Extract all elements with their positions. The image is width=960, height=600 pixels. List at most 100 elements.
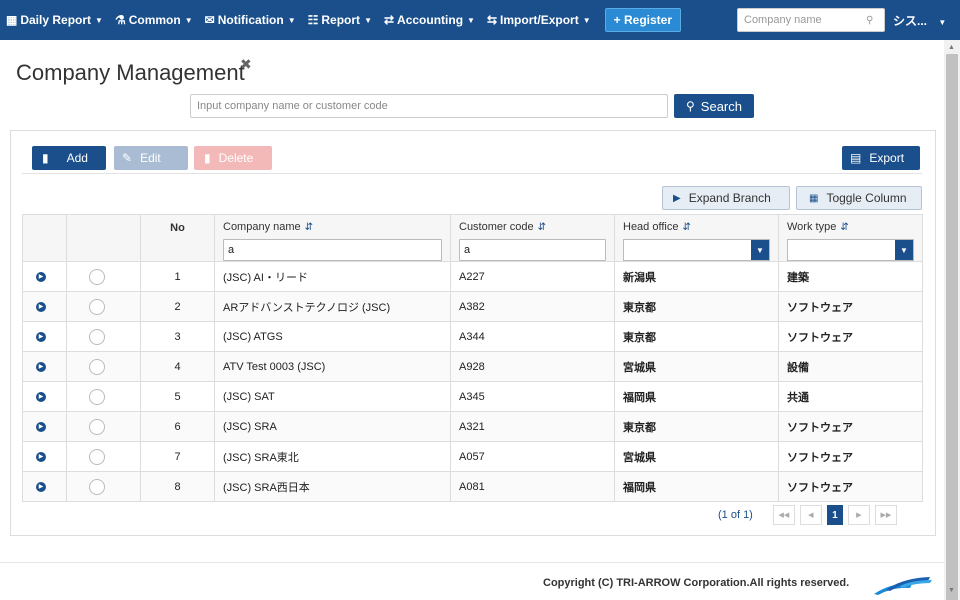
- toggle-column-button[interactable]: ▦ Toggle Column: [796, 186, 922, 210]
- no-cell: 6: [140, 411, 215, 442]
- scrollbar-thumb[interactable]: [946, 54, 958, 600]
- expander-cell: ▶: [22, 351, 67, 382]
- nav-daily-report[interactable]: ▦ Daily Report ▼: [6, 13, 103, 27]
- table-row[interactable]: ▶ 3 (JSC) ATGS A344 東京都 ソフトウェア: [22, 321, 923, 352]
- expand-branch-button[interactable]: ▶ Expand Branch: [662, 186, 790, 210]
- table-header-row: No Company name ⇵ Customer code ⇵ Head off…: [22, 214, 923, 262]
- select-cell: [66, 321, 141, 352]
- company-name-filter[interactable]: [223, 239, 442, 261]
- envelope-icon: ✉: [204, 13, 215, 27]
- row-radio[interactable]: [89, 328, 105, 345]
- company-name-cell: (JSC) ATGS: [214, 321, 451, 352]
- sort-icon[interactable]: ⇵: [538, 222, 546, 233]
- table-row[interactable]: ▶ 4 ATV Test 0003 (JSC) A928 宮城県 設備: [22, 351, 923, 382]
- add-label: Add: [66, 151, 88, 165]
- company-name-cell: (JSC) SRA西日本: [214, 471, 451, 502]
- head-office-cell: 東京都: [614, 321, 779, 352]
- play-circle-icon: ▶: [673, 192, 681, 204]
- table-row[interactable]: ▶ 8 (JSC) SRA西日本 A081 福岡県 ソフトウェア: [22, 471, 923, 502]
- close-icon[interactable]: ✖: [240, 56, 252, 73]
- row-radio[interactable]: [89, 268, 105, 285]
- table-row[interactable]: ▶ 7 (JSC) SRA東北 A057 宮城県 ソフトウェア: [22, 441, 923, 472]
- expand-row-icon[interactable]: ▶: [36, 301, 46, 312]
- nav-accounting[interactable]: ⇄ Accounting ▼: [384, 13, 475, 27]
- nav-common-label: Common: [128, 13, 181, 27]
- row-radio[interactable]: [89, 448, 105, 465]
- expand-row-icon[interactable]: ▶: [36, 391, 46, 402]
- work-type-header[interactable]: Work type ⇵ ▼: [778, 214, 923, 262]
- work-type-cell: ソフトウェア: [778, 441, 923, 472]
- paginator: (1 of 1) ◀◀ ◀ 1 ▶ ▶▶: [718, 505, 902, 525]
- no-cell: 3: [140, 321, 215, 352]
- expand-row-icon[interactable]: ▶: [36, 481, 46, 492]
- vertical-scrollbar[interactable]: ▲ ▼: [944, 40, 960, 600]
- row-radio[interactable]: [89, 478, 105, 495]
- row-radio[interactable]: [89, 388, 105, 405]
- head-office-header-label: Head office: [623, 221, 679, 233]
- company-name-cell: (JSC) AI・リード: [214, 261, 451, 292]
- prev-page-icon[interactable]: ◀: [799, 505, 822, 525]
- caret-down-icon: ▼: [364, 15, 372, 25]
- head-office-filter[interactable]: ▼: [623, 239, 770, 261]
- expand-row-icon[interactable]: ▶: [36, 331, 46, 342]
- nav-import-export[interactable]: ⇆ Import/Export ▼: [487, 13, 591, 27]
- chevron-down-icon[interactable]: ▼: [751, 240, 769, 260]
- table-row[interactable]: ▶ 1 (JSC) AI・リード A227 新潟県 建築: [22, 261, 923, 292]
- row-radio[interactable]: [89, 418, 105, 435]
- nav-notification[interactable]: ✉ Notification ▼: [205, 13, 296, 27]
- table-row[interactable]: ▶ 6 (JSC) SRA A321 東京都 ソフトウェア: [22, 411, 923, 442]
- last-page-icon[interactable]: ▶▶: [874, 505, 897, 525]
- expand-row-icon[interactable]: ▶: [36, 361, 46, 372]
- current-page-button[interactable]: 1: [826, 505, 843, 525]
- caret-down-icon: ▼: [938, 18, 947, 27]
- nav-common[interactable]: ⚗ Common ▼: [115, 13, 193, 27]
- next-page-icon[interactable]: ▶: [847, 505, 870, 525]
- company-name-header[interactable]: Company name ⇵: [214, 214, 451, 262]
- work-type-header-label: Work type: [787, 221, 837, 233]
- table-row[interactable]: ▶ 2 ARアドバンストテクノロジ (JSC) A382 東京都 ソフトウェア: [22, 291, 923, 322]
- table-row[interactable]: ▶ 5 (JSC) SAT A345 福岡県 共通: [22, 381, 923, 412]
- expand-row-icon[interactable]: ▶: [36, 451, 46, 462]
- select-cell: [66, 411, 141, 442]
- expand-branch-label: Expand Branch: [688, 191, 771, 205]
- toggle-column-label: Toggle Column: [826, 191, 907, 205]
- scroll-up-icon[interactable]: ▲: [948, 44, 955, 51]
- register-button[interactable]: + Register: [604, 8, 682, 32]
- work-type-cell: ソフトウェア: [778, 471, 923, 502]
- expander-cell: ▶: [22, 261, 67, 292]
- select-cell: [66, 381, 141, 412]
- row-radio[interactable]: [89, 298, 105, 315]
- search-icon[interactable]: ⚲: [866, 15, 873, 26]
- sort-icon[interactable]: ⇵: [682, 222, 690, 233]
- search-input[interactable]: [190, 94, 668, 118]
- delete-button[interactable]: ▮ Delete: [194, 146, 272, 170]
- scroll-down-icon[interactable]: ▼: [948, 587, 955, 594]
- expand-row-icon[interactable]: ▶: [36, 271, 46, 282]
- head-office-cell: 福岡県: [614, 471, 779, 502]
- footer-divider: [0, 562, 944, 563]
- search-button[interactable]: ⚲ Search: [674, 94, 754, 118]
- work-type-cell: 共通: [778, 381, 923, 412]
- nav-report[interactable]: ☷ Report ▼: [308, 13, 372, 27]
- expand-row-icon[interactable]: ▶: [36, 421, 46, 432]
- first-page-icon[interactable]: ◀◀: [772, 505, 795, 525]
- customer-code-header[interactable]: Customer code ⇵: [450, 214, 615, 262]
- no-cell: 5: [140, 381, 215, 412]
- sort-icon[interactable]: ⇵: [305, 222, 313, 233]
- work-type-filter[interactable]: ▼: [787, 239, 914, 261]
- export-button[interactable]: ▤ Export: [842, 146, 920, 170]
- head-office-cell: 東京都: [614, 411, 779, 442]
- row-radio[interactable]: [89, 358, 105, 375]
- expander-cell: ▶: [22, 441, 67, 472]
- head-office-header[interactable]: Head office ⇵ ▼: [614, 214, 779, 262]
- company-search-input[interactable]: [738, 9, 862, 31]
- sort-icon[interactable]: ⇵: [840, 222, 848, 233]
- chevron-down-icon[interactable]: ▼: [895, 240, 913, 260]
- export-label: Export: [869, 151, 905, 165]
- edit-icon: ✎: [122, 151, 133, 165]
- customer-code-filter[interactable]: [459, 239, 606, 261]
- edit-button[interactable]: ✎ Edit: [114, 146, 188, 170]
- user-menu[interactable]: シス... ▼: [893, 12, 946, 29]
- add-button[interactable]: ▮ Add: [32, 146, 106, 170]
- no-cell: 8: [140, 471, 215, 502]
